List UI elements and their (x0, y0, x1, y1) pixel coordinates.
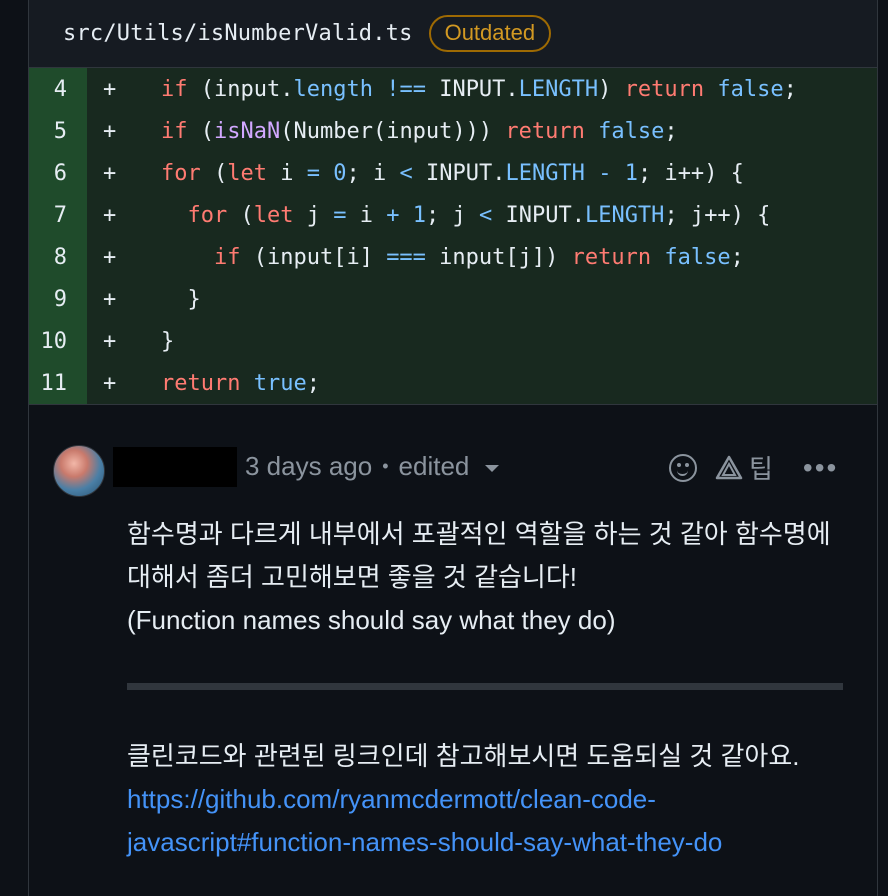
alert-triangle-icon (715, 455, 743, 479)
file-header: src/Utils/isNumberValid.ts Outdated (29, 0, 877, 68)
meta-separator: • (382, 456, 389, 476)
line-number[interactable]: 5 (29, 110, 87, 152)
code-text: if (input[i] === input[j]) return false; (213, 244, 744, 270)
added-marker: + (103, 160, 117, 186)
comment-body: 함수명과 다르게 내부에서 포괄적인 역할을 하는 것 같아 함수명에 대해서 … (127, 513, 847, 642)
chevron-down-icon[interactable] (485, 465, 500, 472)
diff-line: 5 + if (isNaN(Number(input))) return fal… (29, 110, 877, 152)
line-number[interactable]: 10 (29, 320, 87, 362)
added-marker: + (103, 286, 117, 312)
outdated-badge: Outdated (428, 15, 552, 52)
edited-label[interactable]: edited (399, 451, 470, 482)
comment-text-line: 대해서 좀더 고민해보면 좋을 것 같습니다! (127, 562, 577, 592)
tip-label: 팁 (749, 454, 773, 484)
diff-line: 11 + return true; (29, 362, 877, 404)
diff-code: 4 + if (input.length !== INPUT.LENGTH) r… (29, 68, 877, 404)
file-path[interactable]: src/Utils/isNumberValid.ts (63, 21, 413, 46)
diff-line: 8 + if (input[i] === input[j]) return fa… (29, 236, 877, 278)
line-number[interactable]: 11 (29, 362, 87, 404)
line-number[interactable]: 9 (29, 278, 87, 320)
diff-line: 10 + } (29, 320, 877, 362)
line-number[interactable]: 8 (29, 236, 87, 278)
added-marker: + (103, 202, 117, 228)
more-options-icon[interactable]: ••• (803, 452, 838, 484)
line-number[interactable]: 4 (29, 68, 87, 110)
code-text: for (let i = 0; i < INPUT.LENGTH - 1; i+… (161, 160, 744, 186)
avatar[interactable] (53, 445, 105, 497)
code-text: if (input.length !== INPUT.LENGTH) retur… (161, 76, 797, 102)
code-text: } (161, 328, 175, 354)
diff-line: 7 + for (let j = i + 1; j < INPUT.LENGTH… (29, 194, 877, 236)
line-number[interactable]: 7 (29, 194, 87, 236)
timestamp[interactable]: 3 days ago (245, 451, 372, 482)
author-name-redacted[interactable] (113, 447, 237, 487)
tip-button[interactable]: 팁 (715, 449, 773, 486)
add-reaction-icon[interactable] (669, 453, 697, 482)
comment-text-line: 클린코드와 관련된 링크인데 참고해보시면 도움되실 것 같아요. (127, 741, 800, 771)
diff-line: 4 + if (input.length !== INPUT.LENGTH) r… (29, 68, 877, 110)
review-thread: src/Utils/isNumberValid.ts Outdated 4 + … (28, 0, 878, 896)
comment-meta: 3 days ago • edited (245, 451, 500, 482)
code-text: } (161, 286, 201, 312)
comment-text-line: 함수명과 다르게 내부에서 포괄적인 역할을 하는 것 같아 함수명에 (127, 519, 831, 549)
added-marker: + (103, 76, 117, 102)
code-text: return true; (161, 370, 320, 396)
comment-actions: 팁 ••• (669, 449, 838, 486)
divider (29, 404, 877, 405)
added-marker: + (103, 370, 117, 396)
code-text: for (let j = i + 1; j < INPUT.LENGTH; j+… (187, 202, 771, 228)
comment-body-2: 클린코드와 관련된 링크인데 참고해보시면 도움되실 것 같아요. https:… (127, 735, 847, 864)
diff-line: 6 + for (let i = 0; i < INPUT.LENGTH - 1… (29, 152, 877, 194)
added-marker: + (103, 328, 117, 354)
added-marker: + (103, 118, 117, 144)
added-marker: + (103, 244, 117, 270)
code-text: if (isNaN(Number(input))) return false; (161, 118, 678, 144)
reference-link-line1[interactable]: https://github.com/ryanmcdermott/clean-c… (127, 778, 847, 821)
diff-line: 9 + } (29, 278, 877, 320)
reference-link-line2[interactable]: javascript#function-names-should-say-wha… (127, 821, 847, 864)
horizontal-rule (127, 683, 843, 690)
line-number[interactable]: 6 (29, 152, 87, 194)
comment-text-line: (Function names should say what they do) (127, 605, 616, 635)
